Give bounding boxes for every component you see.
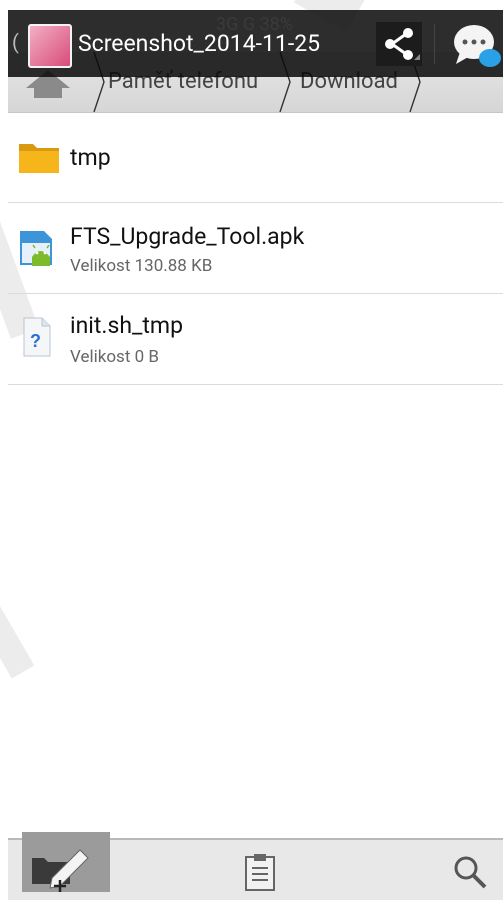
new-folder-pencil-icon bbox=[32, 849, 89, 892]
clipboard-paste-icon[interactable] bbox=[243, 852, 277, 892]
folder-icon bbox=[19, 144, 59, 173]
file-name: tmp bbox=[70, 144, 111, 171]
file-name: init.sh_tmp bbox=[70, 312, 184, 339]
svg-text:?: ? bbox=[30, 331, 41, 351]
unknown-file-icon: ? bbox=[23, 317, 51, 357]
divider bbox=[434, 24, 435, 64]
file-size: Velikost 130.88 KB bbox=[70, 256, 213, 276]
new-folder-button[interactable] bbox=[22, 832, 110, 892]
background-watermark bbox=[0, 561, 35, 679]
list-item-init-sh-tmp[interactable]: ? init.sh_tmp Velikost 0 B bbox=[8, 294, 503, 385]
list-item-apk[interactable]: FTS_Upgrade_Tool.apk Velikost 130.88 KB bbox=[8, 203, 503, 294]
list-item-tmp[interactable]: tmp bbox=[8, 113, 503, 203]
file-size: Velikost 0 B bbox=[70, 347, 159, 367]
back-chevron-icon[interactable]: ( bbox=[12, 30, 19, 54]
share-icon[interactable] bbox=[376, 22, 422, 66]
search-icon[interactable] bbox=[452, 854, 488, 890]
apk-icon bbox=[20, 231, 52, 266]
file-name: FTS_Upgrade_Tool.apk bbox=[70, 223, 305, 250]
chat-bubble-icon[interactable] bbox=[450, 18, 502, 72]
screenshot-notification-bar[interactable]: ( 3G G 38% Screenshot_2014-11-25 bbox=[8, 10, 503, 77]
notification-title: Screenshot_2014-11-25 bbox=[78, 30, 321, 57]
screenshot-thumbnail[interactable] bbox=[28, 24, 72, 68]
bottom-toolbar bbox=[8, 832, 503, 900]
file-list: tmp FTS_Upgrade_Tool.apk Velikost 130.88… bbox=[8, 113, 503, 385]
